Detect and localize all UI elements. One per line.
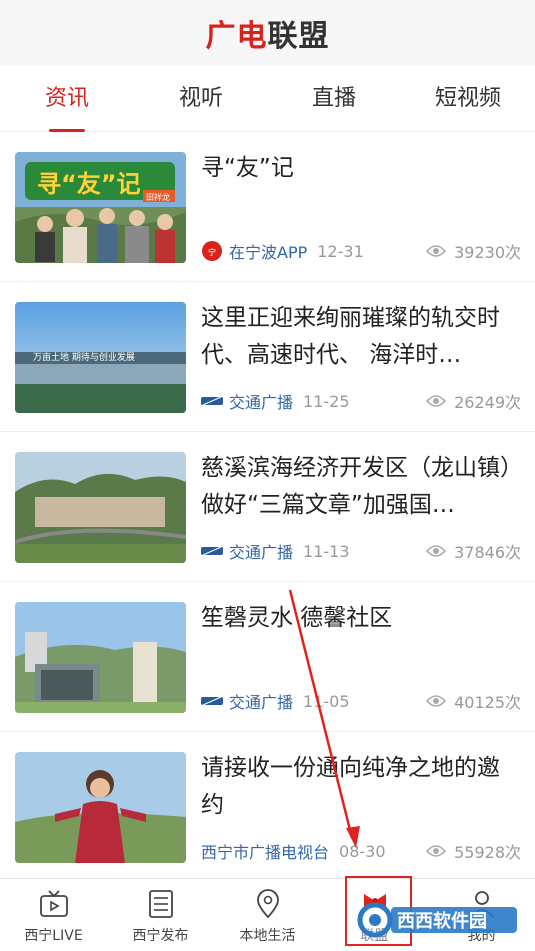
nav-item-xining-release[interactable]: 西宁发布 (107, 879, 214, 951)
nav-item-xining-live[interactable]: 西宁LIVE (0, 879, 107, 951)
list-icon (148, 890, 173, 918)
watermark-logo: 西西软件园 (357, 902, 517, 938)
nav-label-xining-release: 西宁发布 (132, 928, 189, 944)
nav-label-xining-live: 西宁LIVE (24, 928, 83, 944)
annotation-arrow (288, 589, 360, 848)
watermark-text: 西西软件园 (397, 910, 487, 932)
tv-icon (39, 890, 68, 917)
location-pin-icon (256, 889, 279, 919)
nav-item-local-life[interactable]: 本地生活 (214, 879, 321, 951)
nav-label-local-life: 本地生活 (239, 928, 296, 944)
